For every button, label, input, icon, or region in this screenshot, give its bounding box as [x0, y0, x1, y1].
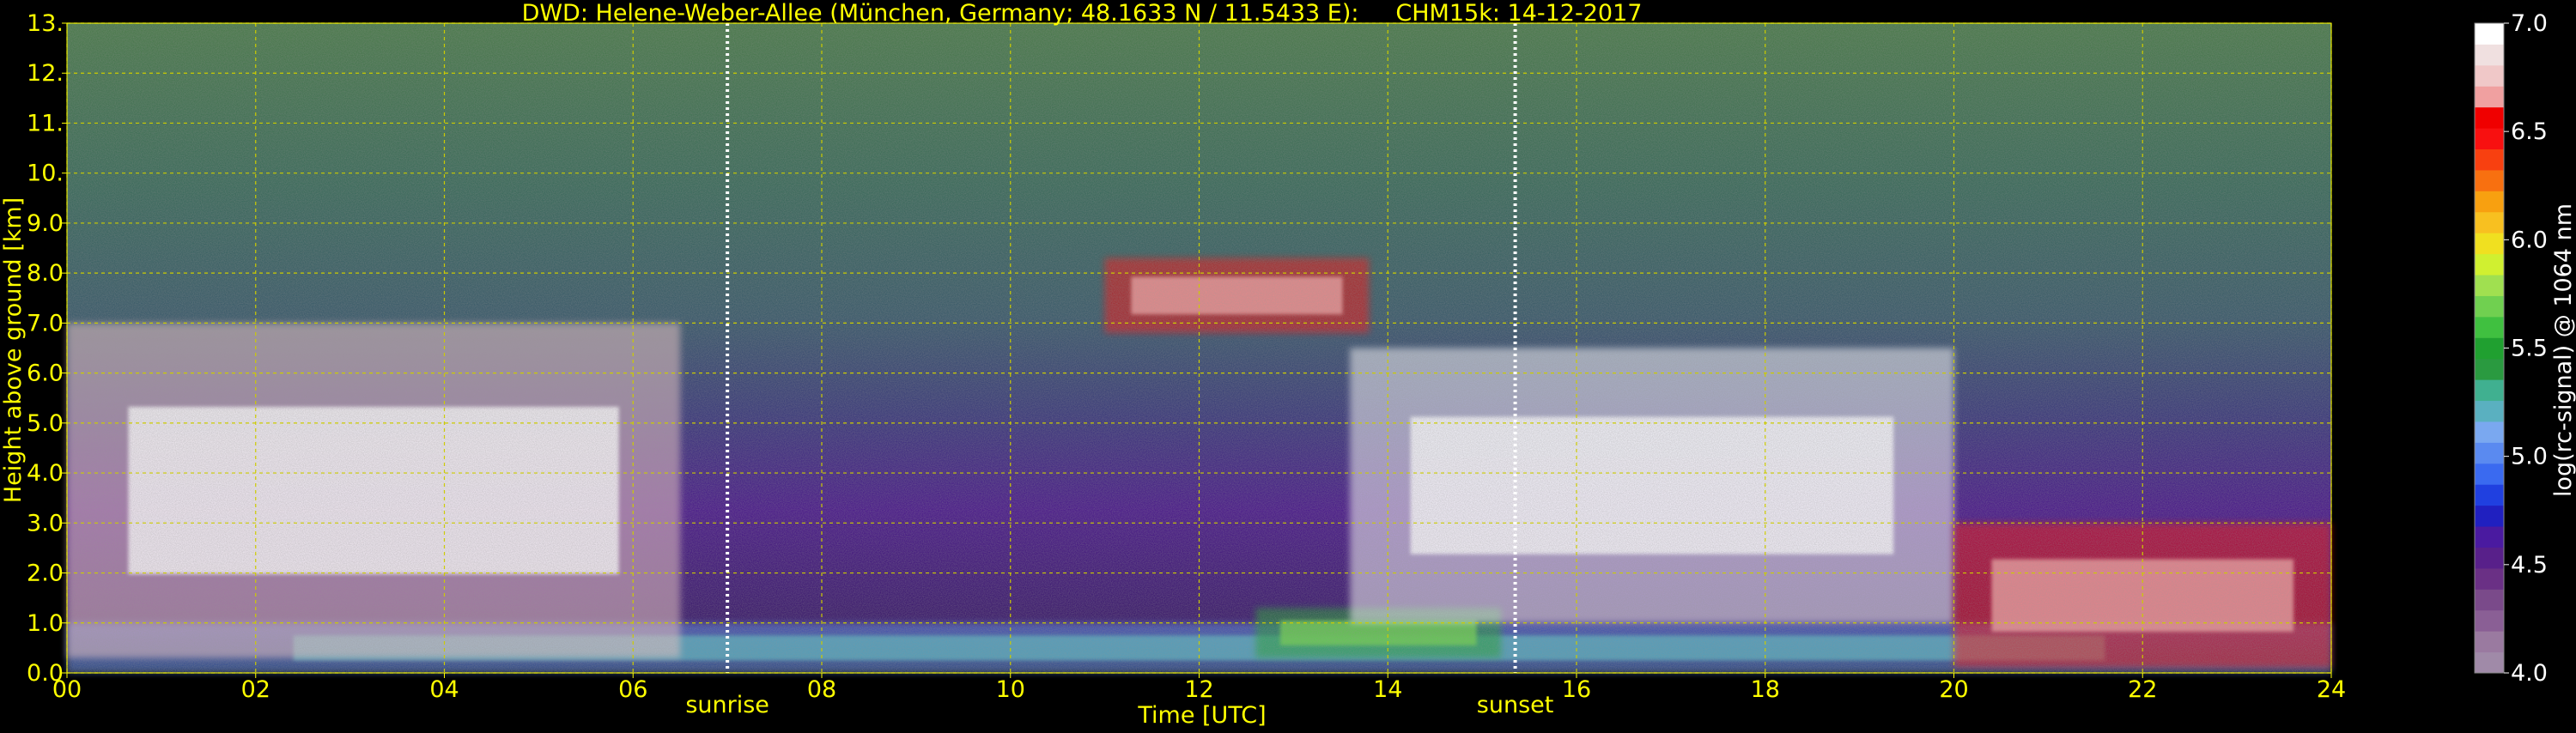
- colorbar-segment: [2475, 421, 2504, 443]
- x-tick-label: 24: [2317, 676, 2346, 703]
- colorbar-segment: [2475, 233, 2504, 255]
- x-tick-label: 20: [1939, 676, 1968, 703]
- x-tick-label: 16: [1562, 676, 1591, 703]
- y-tick-label: 11.: [27, 110, 64, 136]
- plot-area: [66, 22, 2332, 674]
- annotation-label: sunrise: [685, 692, 769, 718]
- colorbar-segment: [2475, 484, 2504, 506]
- colorbar-label: log(rc-signal) @ 1064 nm: [2550, 203, 2576, 497]
- colorbar-tick-label: 4.0: [2511, 660, 2548, 687]
- colorbar-segment: [2475, 44, 2504, 66]
- y-tick-label: 12.: [27, 60, 64, 87]
- y-tick-label: 3.0: [27, 510, 64, 536]
- y-tick-label: 6.0: [27, 360, 64, 387]
- colorbar-segment: [2475, 148, 2504, 171]
- colorbar-tick-label: 7.0: [2511, 10, 2548, 37]
- colorbar-segment: [2475, 400, 2504, 422]
- y-tick-label: 0.0: [27, 660, 64, 687]
- y-tick-label: 1.0: [27, 610, 64, 637]
- colorbar-segment: [2475, 358, 2504, 380]
- y-tick-label: 10.: [27, 161, 64, 187]
- chart-svg: sunrise sunset00 02 04 06 08 10 12 14 16 18 20 22 240…: [0, 0, 2576, 729]
- y-tick-label: 4.0: [27, 460, 64, 487]
- x-tick-label: 06: [618, 676, 647, 703]
- colorbar-segment: [2475, 442, 2504, 464]
- colorbar-segment: [2475, 86, 2504, 108]
- x-tick-label: 18: [1751, 676, 1780, 703]
- x-tick-label: 14: [1373, 676, 1402, 703]
- x-tick-label: 02: [241, 676, 270, 703]
- y-tick-label: 2.0: [27, 560, 64, 587]
- colorbar-segment: [2475, 589, 2504, 611]
- colorbar-tick-label: 4.5: [2511, 552, 2548, 579]
- colorbar-segment: [2475, 379, 2504, 402]
- y-tick-label: 13.: [27, 10, 64, 37]
- y-tick-label: 5.0: [27, 410, 64, 437]
- chart-title: DWD: Helene-Weber-Allee (München, German…: [522, 0, 1643, 27]
- annotation-label: sunset: [1477, 692, 1554, 718]
- colorbar-segment: [2475, 651, 2504, 674]
- x-axis-label: Time [UTC]: [1137, 702, 1266, 729]
- colorbar-segment: [2475, 23, 2504, 45]
- y-tick-label: 7.0: [27, 310, 64, 336]
- colorbar-segment: [2475, 567, 2504, 590]
- colorbar-segment: [2475, 128, 2504, 150]
- colorbar-segment: [2475, 505, 2504, 527]
- colorbar-segment: [2475, 64, 2504, 87]
- colorbar: 4.0 4.5 5.0 5.5 6.0 6.5 7.0: [2474, 10, 2548, 687]
- colorbar-segment: [2475, 337, 2504, 360]
- y-axis-label: Height above ground [km]: [0, 197, 27, 503]
- colorbar-segment: [2475, 275, 2504, 296]
- x-tick-label: 08: [807, 676, 836, 703]
- x-tick-label: 22: [2128, 676, 2157, 703]
- colorbar-segment: [2475, 295, 2504, 318]
- colorbar-segment: [2475, 631, 2504, 653]
- colorbar-tick-label: 5.5: [2511, 336, 2548, 362]
- x-tick-label: 10: [996, 676, 1025, 703]
- colorbar-segment: [2475, 463, 2504, 485]
- colorbar-segment: [2475, 169, 2504, 191]
- x-tick-label: 12: [1184, 676, 1213, 703]
- y-tick-label: 9.0: [27, 210, 64, 237]
- colorbar-tick-label: 6.5: [2511, 118, 2548, 145]
- colorbar-segment: [2475, 211, 2504, 233]
- lidar-quicklook-chart: sunrise sunset 00 02 04 06 08 10 12 14 16 18 20 22 24 0…: [0, 0, 2576, 730]
- colorbar-segment: [2475, 547, 2504, 569]
- colorbar-segment: [2475, 526, 2504, 548]
- colorbar-segment: [2475, 191, 2504, 213]
- colorbar-segment: [2475, 253, 2504, 276]
- y-tick-label: 8.0: [27, 260, 64, 287]
- colorbar-tick-label: 5.0: [2511, 444, 2548, 470]
- colorbar-tick-label: 6.0: [2511, 227, 2548, 253]
- x-tick-label: 04: [429, 676, 459, 703]
- colorbar-segment: [2475, 106, 2504, 129]
- colorbar-segment: [2475, 316, 2504, 338]
- colorbar-segment: [2475, 609, 2504, 632]
